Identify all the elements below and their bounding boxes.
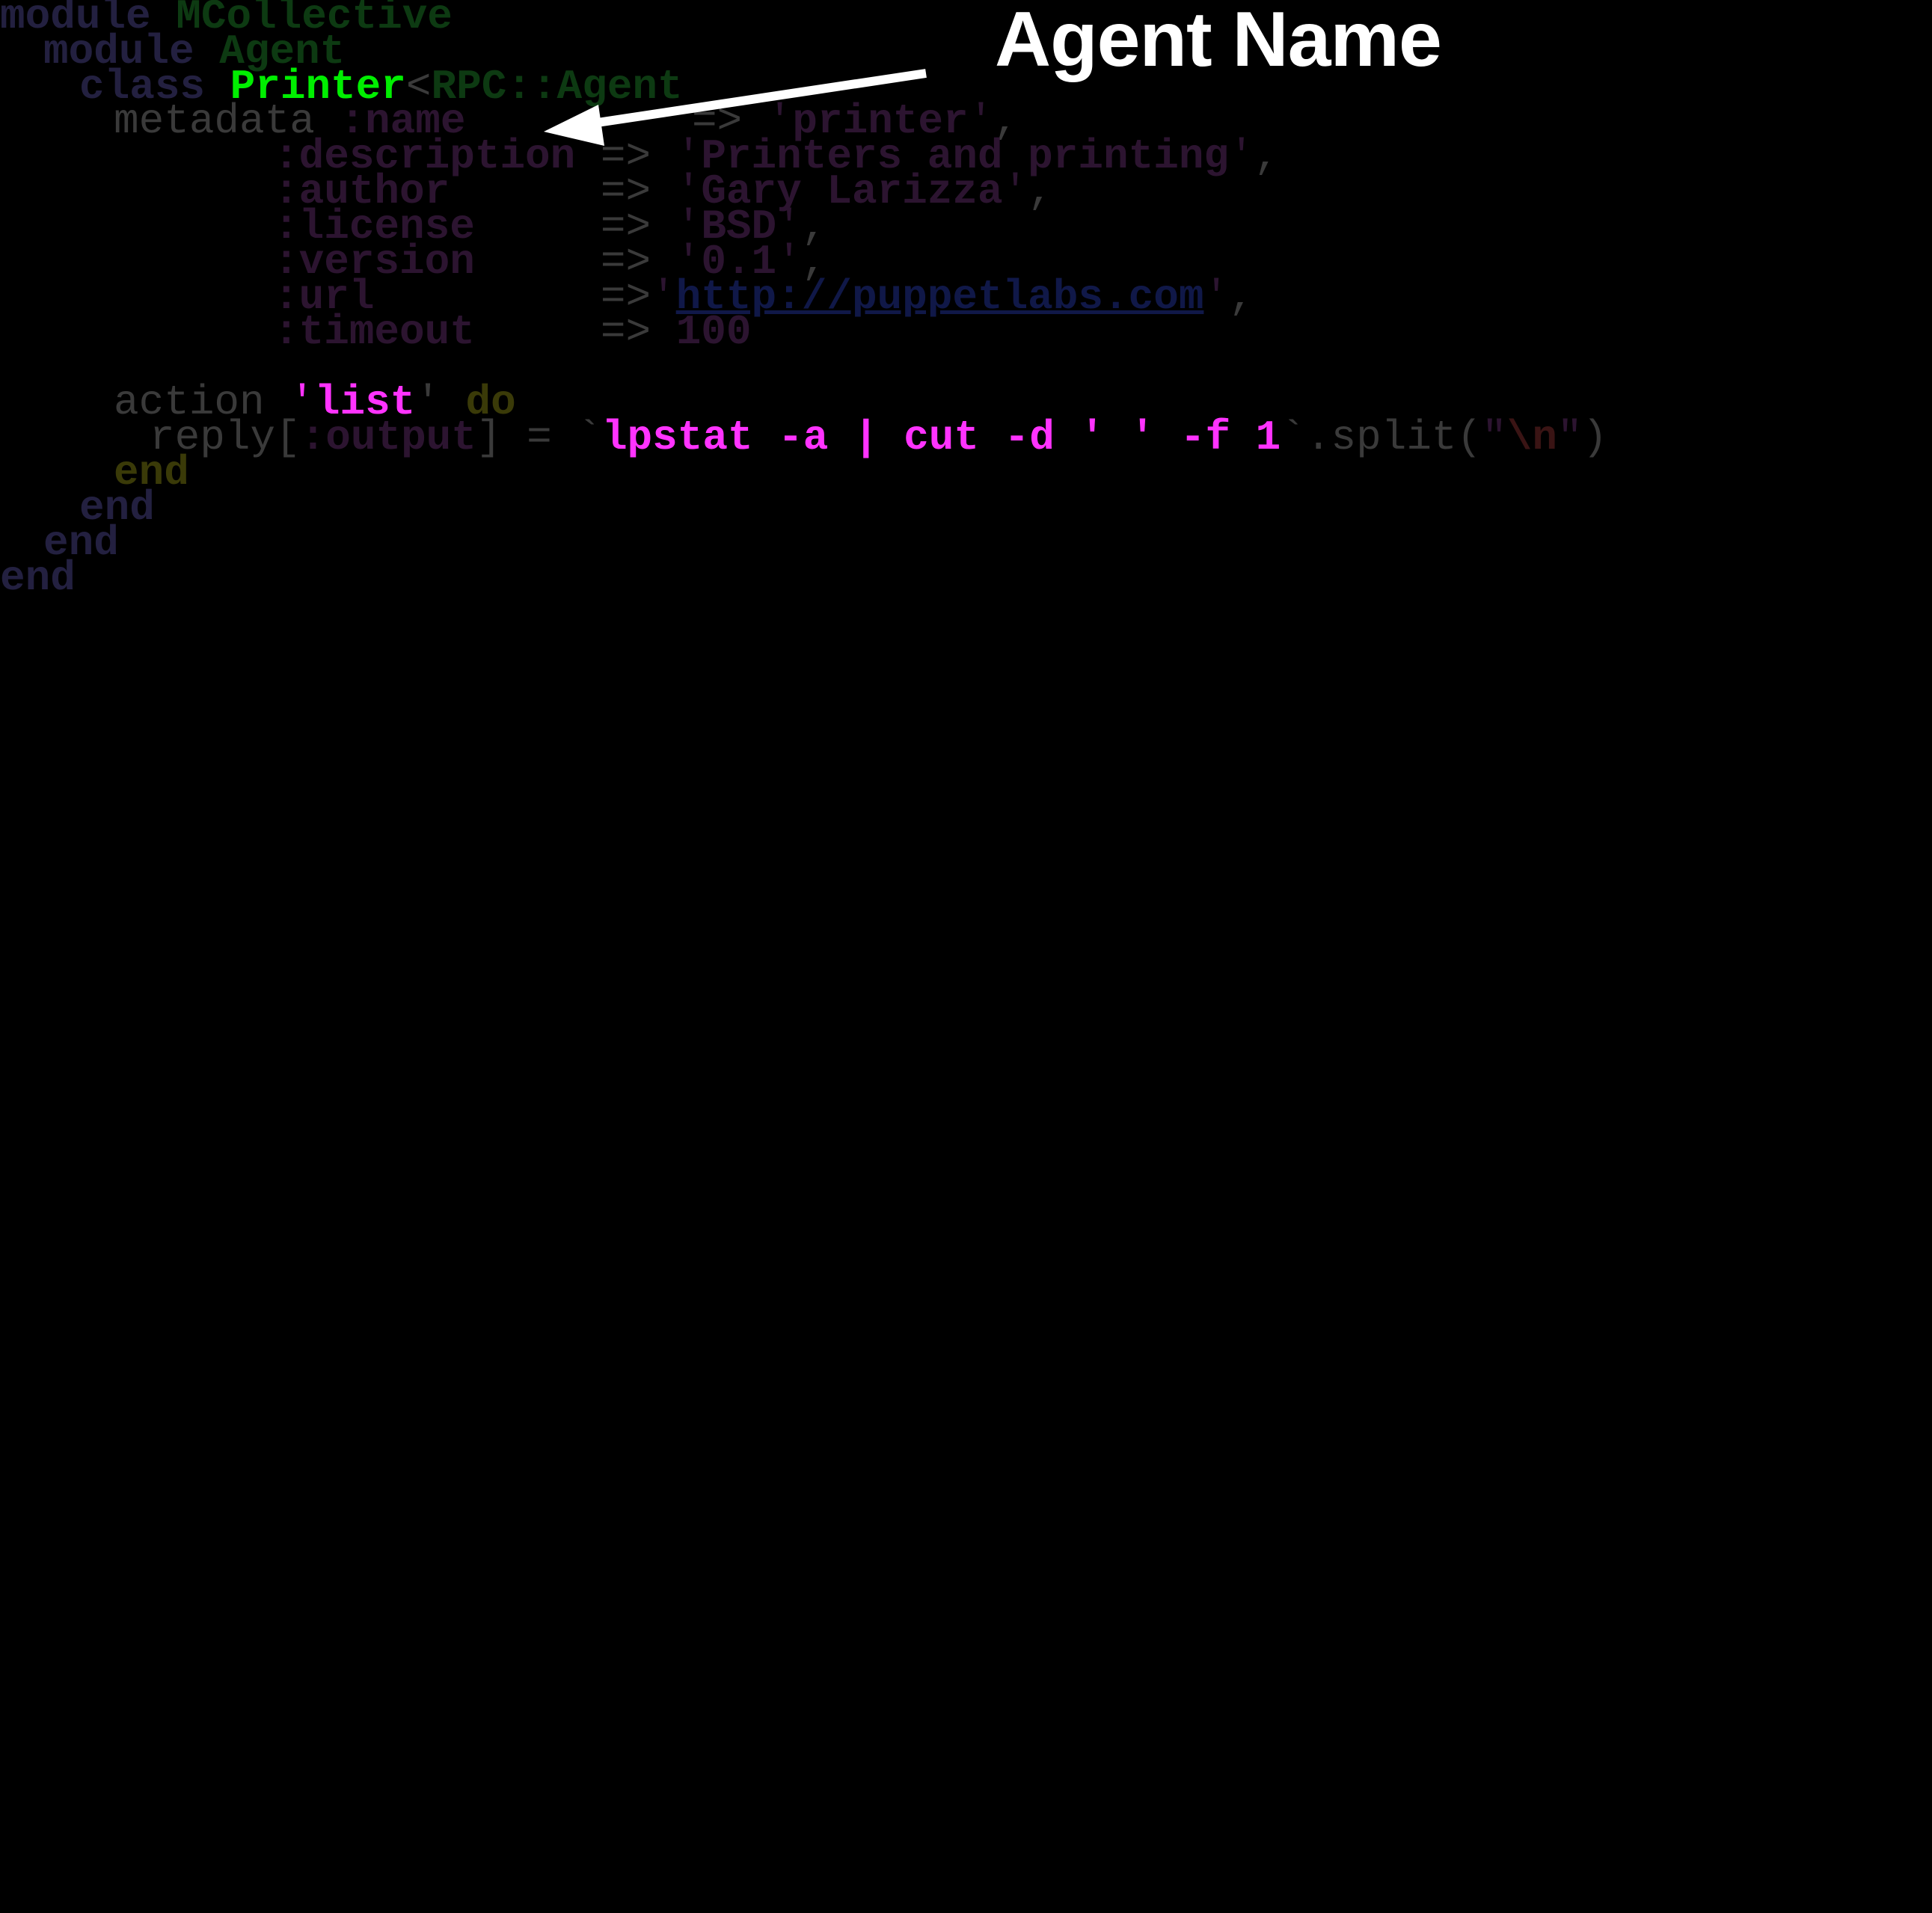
annotation-arrow: [544, 69, 927, 146]
arrow-shaft: [577, 69, 927, 130]
arrow-head: [544, 105, 604, 146]
